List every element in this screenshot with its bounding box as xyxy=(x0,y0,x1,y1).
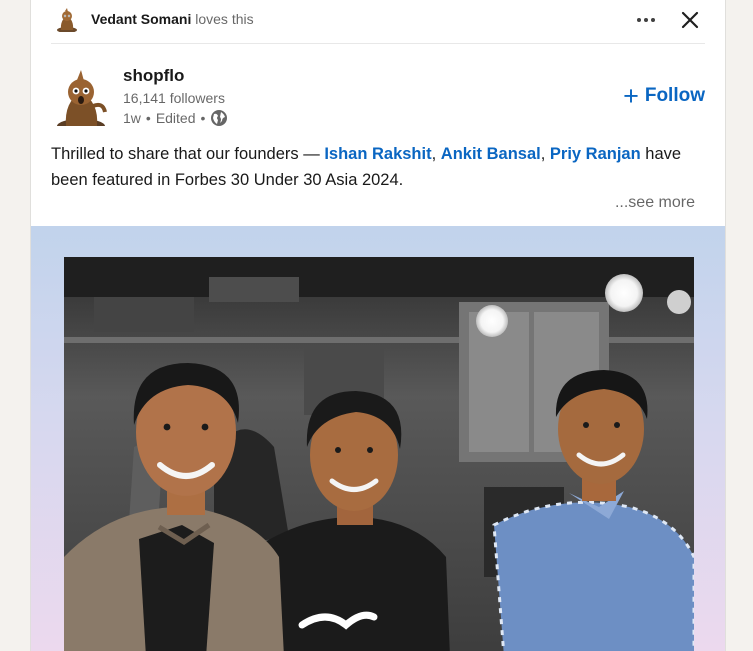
mention-ishan-rakshit[interactable]: Ishan Rakshit xyxy=(324,145,431,163)
feed-post-card: Vedant Somani loves this shopflo 16,141 … xyxy=(30,0,726,651)
social-actor-name[interactable]: Vedant Somani xyxy=(91,11,191,27)
commentary-comma: , xyxy=(431,145,441,163)
commentary-text: Thrilled to share that our founders — xyxy=(51,145,325,163)
see-more-button[interactable]: ...see more xyxy=(615,194,695,212)
post-time: 1w xyxy=(123,110,141,126)
social-verb: loves this xyxy=(195,11,254,27)
globe-icon xyxy=(211,110,228,126)
follow-button[interactable]: + Follow xyxy=(623,82,705,110)
ellipsis-icon xyxy=(636,18,657,22)
more-options-button[interactable] xyxy=(631,6,661,34)
social-activity-header: Vedant Somani loves this xyxy=(51,0,705,44)
follower-count: 16,141 followers xyxy=(123,90,225,106)
company-logo[interactable] xyxy=(55,70,111,126)
meta-separator: • xyxy=(200,110,206,126)
commentary-comma: , xyxy=(540,145,550,163)
post-meta: 1w • Edited • xyxy=(123,109,228,127)
post-commentary: Thrilled to share that our founders — Is… xyxy=(51,141,711,193)
mention-priy-ranjan[interactable]: Priy Ranjan xyxy=(550,145,641,163)
meta-separator: • xyxy=(145,110,151,126)
mention-ankit-bansal[interactable]: Ankit Bansal xyxy=(441,145,541,163)
post-actor: shopflo 16,141 followers 1w • Edited • +… xyxy=(51,60,705,130)
edited-label: Edited xyxy=(155,110,196,126)
close-icon[interactable] xyxy=(675,5,705,35)
founders-photo xyxy=(64,257,694,651)
follow-label: Follow xyxy=(644,85,705,106)
plus-icon: + xyxy=(623,81,639,111)
post-image[interactable] xyxy=(31,226,725,651)
user-avatar[interactable] xyxy=(55,8,79,32)
company-name[interactable]: shopflo xyxy=(123,66,184,86)
